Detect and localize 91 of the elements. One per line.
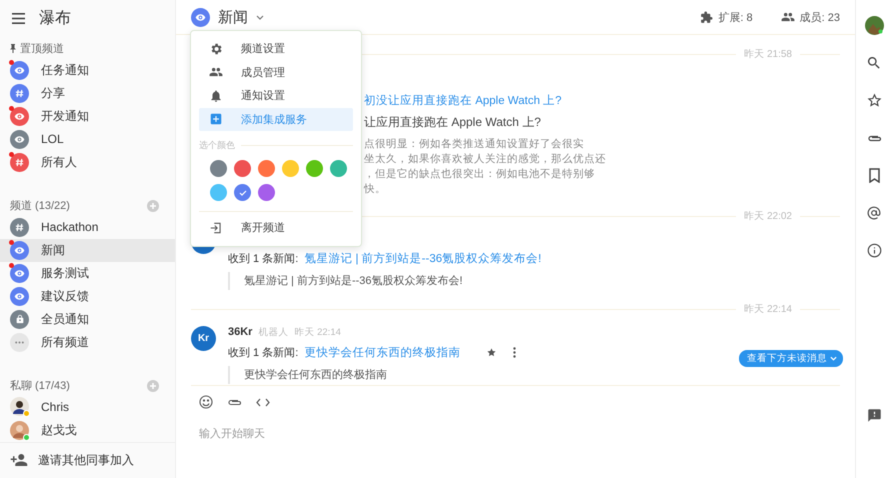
- message-input[interactable]: 输入开始聊天: [199, 428, 599, 440]
- color-swatch[interactable]: [234, 184, 251, 201]
- exit-icon: [209, 220, 223, 235]
- pin-icon: [10, 44, 16, 54]
- caret-icon[interactable]: [256, 14, 264, 20]
- channel-item[interactable]: 新闻: [0, 238, 175, 262]
- channel-item[interactable]: 分享: [0, 82, 175, 105]
- avatar-icon: [10, 420, 29, 440]
- channel-item[interactable]: Hackathon: [0, 215, 175, 239]
- more-icon: [15, 341, 24, 344]
- message-text: 快。: [364, 182, 387, 197]
- message-text: 坐太久，如果你喜欢被人关注的感觉，那么优点还: [364, 152, 607, 167]
- channel-item[interactable]: 所有人: [0, 151, 175, 174]
- channel-item[interactable]: 建议反馈: [0, 284, 175, 308]
- channel-item[interactable]: 服务测试: [0, 262, 175, 285]
- contact-item[interactable]: 赵戈戈: [0, 418, 175, 442]
- hash-icon: [15, 222, 24, 232]
- channel-item[interactable]: 所有频道: [0, 331, 175, 354]
- bot-label: 机器人: [258, 326, 288, 339]
- emoji-icon[interactable]: [199, 395, 213, 409]
- news-quote: 氪星游记 | 前方到站是--36氪股权众筹发布会!: [228, 272, 840, 290]
- add-person-icon: [10, 453, 28, 468]
- hash-icon: [15, 88, 24, 98]
- menu-item[interactable]: 成员管理: [199, 60, 353, 84]
- more-icon[interactable]: [513, 347, 516, 358]
- avatar-icon: [10, 397, 29, 416]
- eye-icon: [14, 290, 25, 302]
- channel-item[interactable]: LOL: [0, 128, 175, 152]
- chevron-icon: [830, 356, 837, 361]
- message-text: 点很明显：例如各类推送通知设置好了会很实: [364, 137, 585, 152]
- color-swatch[interactable]: [210, 184, 227, 201]
- members-button[interactable]: 成员: 23: [780, 10, 840, 24]
- user-avatar[interactable]: [864, 16, 884, 36]
- message-text: 收到 1 条新闻:: [228, 346, 298, 360]
- star-icon[interactable]: [866, 93, 882, 108]
- lock-icon: [14, 314, 24, 324]
- section-heading: 私聊 (17/43): [10, 379, 70, 394]
- section-heading: 置顶频道: [10, 41, 64, 56]
- channel-item[interactable]: 任务通知: [0, 58, 175, 82]
- mention-icon[interactable]: [867, 206, 881, 220]
- menu-icon[interactable]: [12, 12, 25, 24]
- section-heading: 频道 (13/22): [10, 199, 70, 214]
- plus-icon: [209, 112, 223, 126]
- eye-icon: [14, 134, 25, 145]
- color-swatch[interactable]: [210, 160, 227, 177]
- color-swatch[interactable]: [282, 160, 299, 177]
- sender-name: 36Kr: [228, 326, 252, 338]
- star-icon[interactable]: [486, 347, 498, 358]
- message-time: 昨天 22:14: [294, 326, 341, 339]
- puzzle-icon: [700, 10, 714, 24]
- invite-button[interactable]: 邀请其他同事加入: [0, 442, 175, 478]
- bookmark-icon[interactable]: [868, 168, 880, 184]
- color-swatch[interactable]: [234, 160, 251, 177]
- eye-icon: [195, 12, 206, 22]
- news-link[interactable]: 氪星游记 | 前方到站是--36氪股权众筹发布会!: [304, 251, 542, 266]
- color-swatch[interactable]: [258, 160, 275, 177]
- bot-avatar: Kr: [191, 326, 216, 351]
- color-swatch[interactable]: [306, 160, 323, 177]
- color-swatch[interactable]: [258, 184, 275, 201]
- info-icon[interactable]: [866, 243, 882, 258]
- eye-icon: [14, 110, 25, 122]
- code-icon[interactable]: [256, 398, 270, 406]
- extensions-button[interactable]: 扩展: 8: [700, 10, 753, 24]
- check-icon: [238, 190, 246, 196]
- channel-title[interactable]: 新闻: [218, 8, 248, 26]
- workspace-title: 瀑布: [39, 8, 71, 28]
- color-heading: 选个颜色: [199, 139, 235, 152]
- attachment-icon[interactable]: [866, 134, 882, 143]
- eye-icon: [14, 244, 25, 256]
- contact-item[interactable]: Chris: [0, 395, 175, 419]
- people-icon: [780, 10, 795, 24]
- leave-channel-item[interactable]: 离开频道: [199, 216, 353, 240]
- message-title: 让应用直接跑在 Apple Watch 上?: [364, 114, 542, 131]
- message-text: ，但是它的缺点也很突出：例如电池不是特别够: [364, 167, 596, 182]
- eye-icon: [14, 268, 25, 279]
- eye-icon: [14, 64, 25, 76]
- settings-icon: [209, 42, 223, 56]
- color-swatch[interactable]: [330, 160, 347, 177]
- channel-item[interactable]: 开发通知: [0, 104, 175, 128]
- bell-icon: [209, 88, 223, 103]
- timestamp: 昨天 22:14: [744, 303, 792, 316]
- channel-item[interactable]: 全员通知: [0, 308, 175, 331]
- menu-item[interactable]: 通知设置: [199, 84, 353, 108]
- menu-item[interactable]: 频道设置: [199, 37, 353, 60]
- feedback-icon: [866, 408, 882, 423]
- search-icon: [866, 55, 882, 72]
- timestamp: 昨天 22:02: [744, 210, 792, 223]
- timestamp: 昨天 21:58: [744, 48, 792, 61]
- hash-icon: [15, 158, 24, 168]
- message-text: 收到 1 条新闻:: [228, 252, 298, 266]
- attachment-icon[interactable]: [227, 398, 242, 406]
